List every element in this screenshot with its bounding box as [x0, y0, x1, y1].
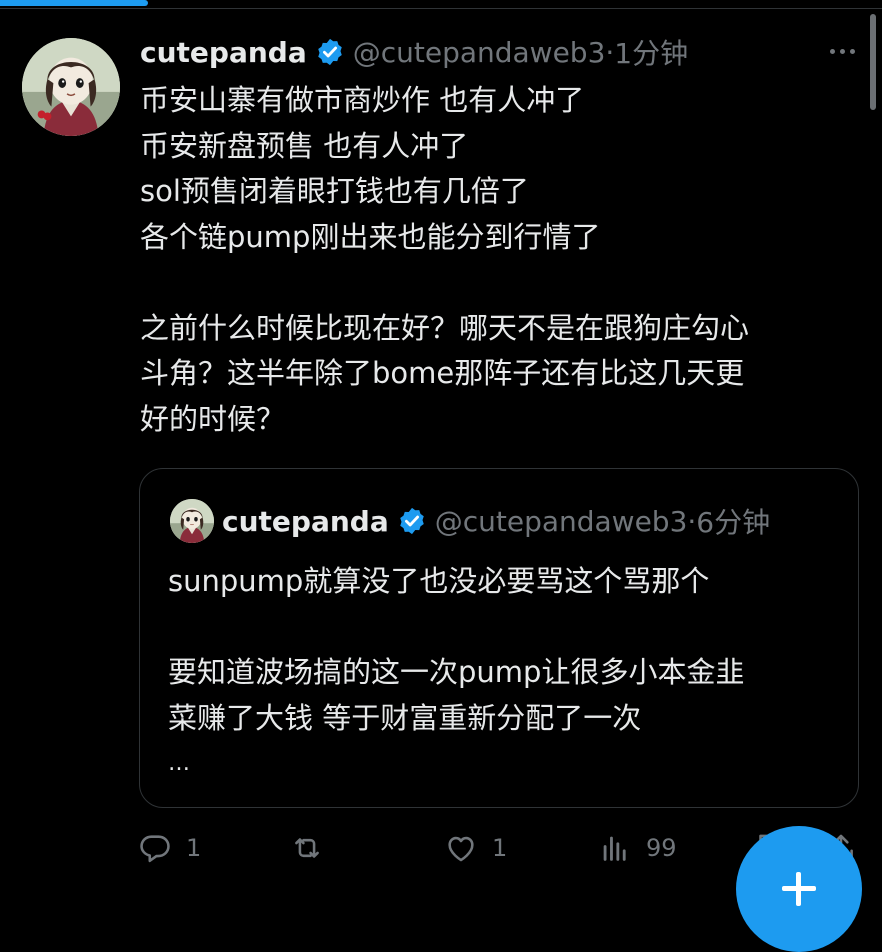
views-count: 99 — [646, 834, 677, 862]
quoted-author-name[interactable]: cutepanda — [222, 505, 389, 538]
reply-icon — [138, 831, 172, 865]
quoted-tweet-timestamp[interactable]: 6分钟 — [696, 501, 770, 541]
like-button[interactable]: 1 — [444, 826, 507, 870]
tweet-text-line: 币安新盘预售 也有人冲了 — [140, 128, 469, 163]
tweet-text-line: 之前什么时候比现在好？哪天不是在跟狗庄勾心 — [140, 310, 750, 345]
quoted-text-blank-line — [168, 605, 848, 651]
tweet-text-line: 斗角？这半年除了bome那阵子还有比这几天更 — [140, 356, 745, 390]
verified-badge-icon — [315, 37, 345, 67]
quoted-text-ellipsis: … — [168, 751, 190, 776]
separator-dot: · — [687, 504, 697, 538]
avatar[interactable] — [22, 38, 120, 136]
author-name[interactable]: cutepanda — [140, 36, 307, 69]
retweet-button[interactable] — [290, 826, 338, 870]
like-count: 1 — [492, 834, 508, 862]
views-button[interactable]: 99 — [598, 826, 677, 870]
quoted-tweet-text: sunpump就算没了也没必要骂这个骂那个 要知道波场搞的这一次pump让很多小… — [168, 559, 848, 787]
author-handle[interactable]: @cutepandaweb3 — [353, 36, 606, 69]
separator-dot: · — [605, 35, 615, 69]
views-chart-icon — [598, 831, 632, 865]
tweet-text: 币安山寨有做市商炒作 也有人冲了 币安新盘预售 也有人冲了 sol预售闭着眼打钱… — [140, 78, 850, 442]
quoted-avatar[interactable] — [170, 499, 214, 543]
tweet-text-line: 币安山寨有做市商炒作 也有人冲了 — [140, 83, 585, 117]
retweet-icon — [290, 831, 324, 865]
tweet-text-line: 各个链pump刚出来也能分到行情了 — [140, 219, 601, 254]
tweet-text-line: sol预售闭着眼打钱也有几倍了 — [140, 174, 529, 208]
more-options-icon[interactable] — [822, 36, 862, 66]
reply-button[interactable]: 1 — [138, 826, 201, 870]
scrollbar[interactable] — [870, 14, 876, 110]
tweet-text-blank-line — [140, 260, 850, 306]
quoted-text-line: 菜赚了大钱 等于财富重新分配了一次 — [168, 700, 642, 735]
verified-badge-icon — [397, 506, 427, 536]
tweet-timestamp[interactable]: 1分钟 — [614, 32, 688, 72]
top-divider — [0, 8, 882, 9]
quoted-tweet-card[interactable]: cutepanda @cutepandaweb3 · 6分钟 sunpump就算… — [139, 468, 859, 808]
compose-button[interactable] — [736, 826, 862, 952]
tweet-header: cutepanda @cutepandaweb3 · 1分钟 — [140, 30, 688, 74]
quoted-text-line: 要知道波场搞的这一次pump让很多小本金韭 — [168, 655, 745, 689]
tweet-text-line: 好的时候？ — [140, 401, 286, 436]
quoted-text-line: sunpump就算没了也没必要骂这个骂那个 — [168, 564, 710, 598]
quoted-author-handle[interactable]: @cutepandaweb3 — [435, 505, 688, 538]
heart-icon — [444, 831, 478, 865]
reply-count: 1 — [186, 834, 202, 862]
tab-indicator — [0, 0, 148, 6]
quoted-tweet-header: cutepanda @cutepandaweb3 · 6分钟 — [222, 499, 770, 543]
